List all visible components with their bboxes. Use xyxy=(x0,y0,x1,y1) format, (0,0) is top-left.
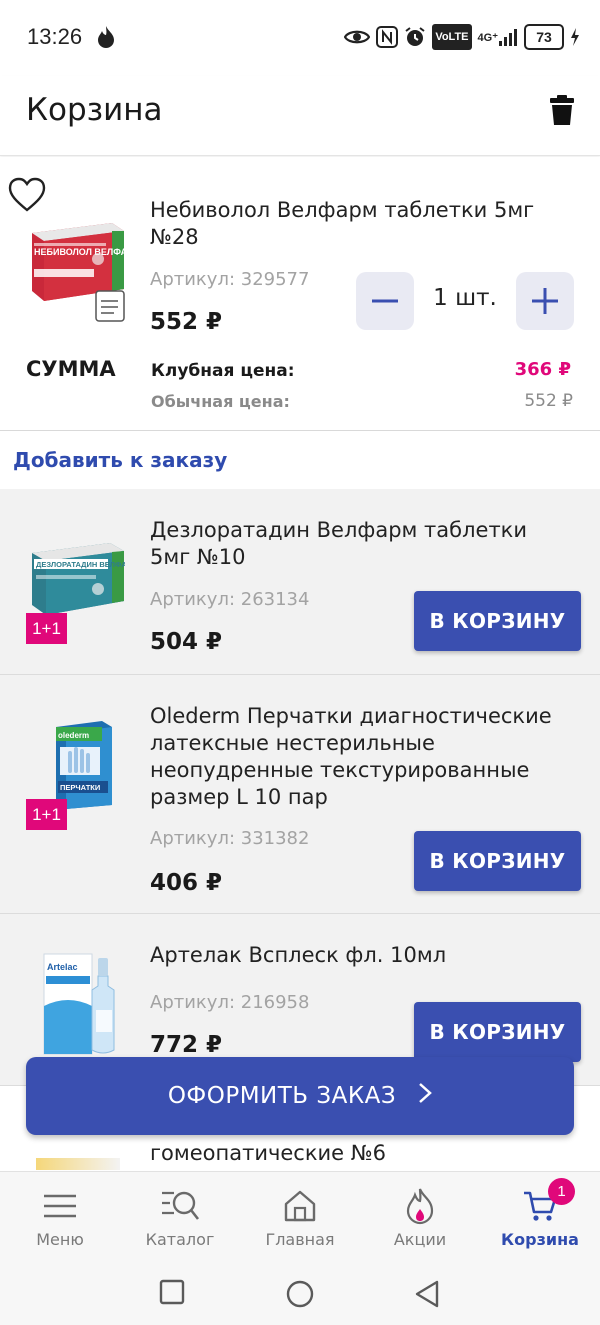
nav-promo[interactable]: Акции xyxy=(360,1172,480,1262)
nav-catalog[interactable]: Каталог xyxy=(120,1172,240,1262)
product-image-text: НЕБИВОЛОЛ ВЕЛФАРМ xyxy=(34,247,128,257)
system-navigation-bar xyxy=(0,1261,600,1325)
suggested-item: ДЕЗЛОРАТАДИН ВЕЛФАРМ 1+1 Дезлоратадин Ве… xyxy=(0,489,600,675)
add-to-order-title: Добавить к заказу xyxy=(13,448,228,472)
promo-badge: 1+1 xyxy=(26,799,67,830)
product-price: 772 ₽ xyxy=(150,1032,223,1058)
regular-price-value: 552 ₽ xyxy=(524,391,573,411)
bottom-navigation: Меню Каталог Главная Акции 1 Корзина xyxy=(0,1171,600,1261)
checkout-button[interactable]: ОФОРМИТЬ ЗАКАЗ xyxy=(26,1057,574,1135)
product-image[interactable]: НЕБИВОЛОЛ ВЕЛФАРМ xyxy=(28,219,141,325)
eye-icon xyxy=(344,24,371,50)
add-to-cart-button[interactable]: В КОРЗИНУ xyxy=(414,831,581,891)
product-title[interactable]: Артелак Всплеск фл. 10мл xyxy=(150,942,560,969)
nav-label: Каталог xyxy=(145,1230,215,1249)
cart-item: НЕБИВОЛОЛ ВЕЛФАРМ Небиволол Велфарм табл… xyxy=(0,157,600,431)
summary-label: СУММА xyxy=(26,357,116,381)
product-image-text: ПЕРЧАТКИ xyxy=(60,783,100,792)
decrease-quantity-button[interactable] xyxy=(356,272,414,330)
home-circle-icon[interactable] xyxy=(285,1279,315,1313)
catalog-search-icon xyxy=(160,1186,200,1226)
club-price-value: 366 ₽ xyxy=(514,359,571,380)
checkout-label: ОФОРМИТЬ ЗАКАЗ xyxy=(167,1083,397,1109)
nav-label: Корзина xyxy=(501,1230,579,1249)
product-image[interactable]: ДЕЗЛОРАТАДИН ВЕЛФАРМ xyxy=(30,539,138,619)
home-icon xyxy=(283,1186,317,1226)
product-title-partial[interactable]: гомеопатические №6 xyxy=(150,1141,386,1165)
alarm-icon xyxy=(404,24,426,50)
product-image[interactable]: olederm ПЕРЧАТКИ xyxy=(52,719,114,811)
product-title[interactable]: Olederm Перчатки диагностические латексн… xyxy=(150,703,560,811)
product-title[interactable]: Дезлоратадин Велфарм таблетки 5мг №10 xyxy=(150,517,560,571)
product-image[interactable]: Artelac xyxy=(42,950,118,1056)
cart-icon: 1 xyxy=(523,1178,575,1226)
nav-home[interactable]: Главная xyxy=(240,1172,360,1262)
recents-square-icon[interactable] xyxy=(159,1279,185,1309)
menu-icon xyxy=(43,1186,77,1226)
signal-icon: 4G⁺ xyxy=(478,24,518,50)
product-image-text: ДЕЗЛОРАТАДИН ВЕЛФАРМ xyxy=(36,560,125,569)
header: Корзина xyxy=(0,76,600,156)
product-image-text: Artelac xyxy=(47,962,78,972)
chevron-right-icon xyxy=(418,1082,433,1110)
product-price: 504 ₽ xyxy=(150,629,223,655)
quantity-value: 1 шт. xyxy=(433,285,497,311)
product-price: 552 ₽ xyxy=(150,309,223,335)
trash-icon[interactable] xyxy=(550,94,574,130)
nav-cart[interactable]: 1 Корзина xyxy=(480,1172,600,1262)
battery-icon: 73 xyxy=(524,24,564,50)
nav-menu[interactable]: Меню xyxy=(0,1172,120,1262)
product-price: 406 ₽ xyxy=(150,870,223,896)
increase-quantity-button[interactable] xyxy=(516,272,574,330)
promo-badge: 1+1 xyxy=(26,613,67,644)
promo-flame-icon xyxy=(405,1186,435,1226)
club-price-label: Клубная цена: xyxy=(151,361,295,381)
product-image xyxy=(36,1158,120,1170)
product-article: Артикул: 263134 xyxy=(150,589,310,610)
product-article: Артикул: 216958 xyxy=(150,992,310,1013)
nav-label: Акции xyxy=(393,1230,447,1249)
status-time: 13:26 xyxy=(27,24,83,49)
page-title: Корзина xyxy=(26,92,163,128)
add-to-cart-button[interactable]: В КОРЗИНУ xyxy=(414,591,581,651)
volte-icon: VoLTE xyxy=(432,24,472,50)
favorite-heart-icon[interactable] xyxy=(8,177,46,217)
network-type: 4G⁺ xyxy=(477,31,498,44)
suggested-item: olederm ПЕРЧАТКИ 1+1 Olederm Перчатки ди… xyxy=(0,675,600,914)
nfc-icon xyxy=(376,24,399,50)
product-title[interactable]: Небиволол Велфарм таблетки 5мг №28 xyxy=(150,197,560,251)
product-article: Артикул: 329577 xyxy=(150,269,310,290)
status-bar: 13:26 VoLTE 4G⁺ 73 xyxy=(0,0,600,76)
regular-price-label: Обычная цена: xyxy=(151,392,290,411)
charging-icon xyxy=(570,24,580,50)
status-icons: VoLTE 4G⁺ 73 xyxy=(344,24,580,50)
flame-icon xyxy=(96,25,116,53)
cart-count-badge: 1 xyxy=(548,1178,575,1205)
svg-text:olederm: olederm xyxy=(58,731,89,740)
nav-label: Меню xyxy=(36,1230,84,1249)
nav-label: Главная xyxy=(265,1230,335,1249)
add-to-cart-button[interactable]: В КОРЗИНУ xyxy=(414,1002,581,1062)
product-article: Артикул: 331382 xyxy=(150,828,310,849)
back-triangle-icon[interactable] xyxy=(414,1279,440,1313)
